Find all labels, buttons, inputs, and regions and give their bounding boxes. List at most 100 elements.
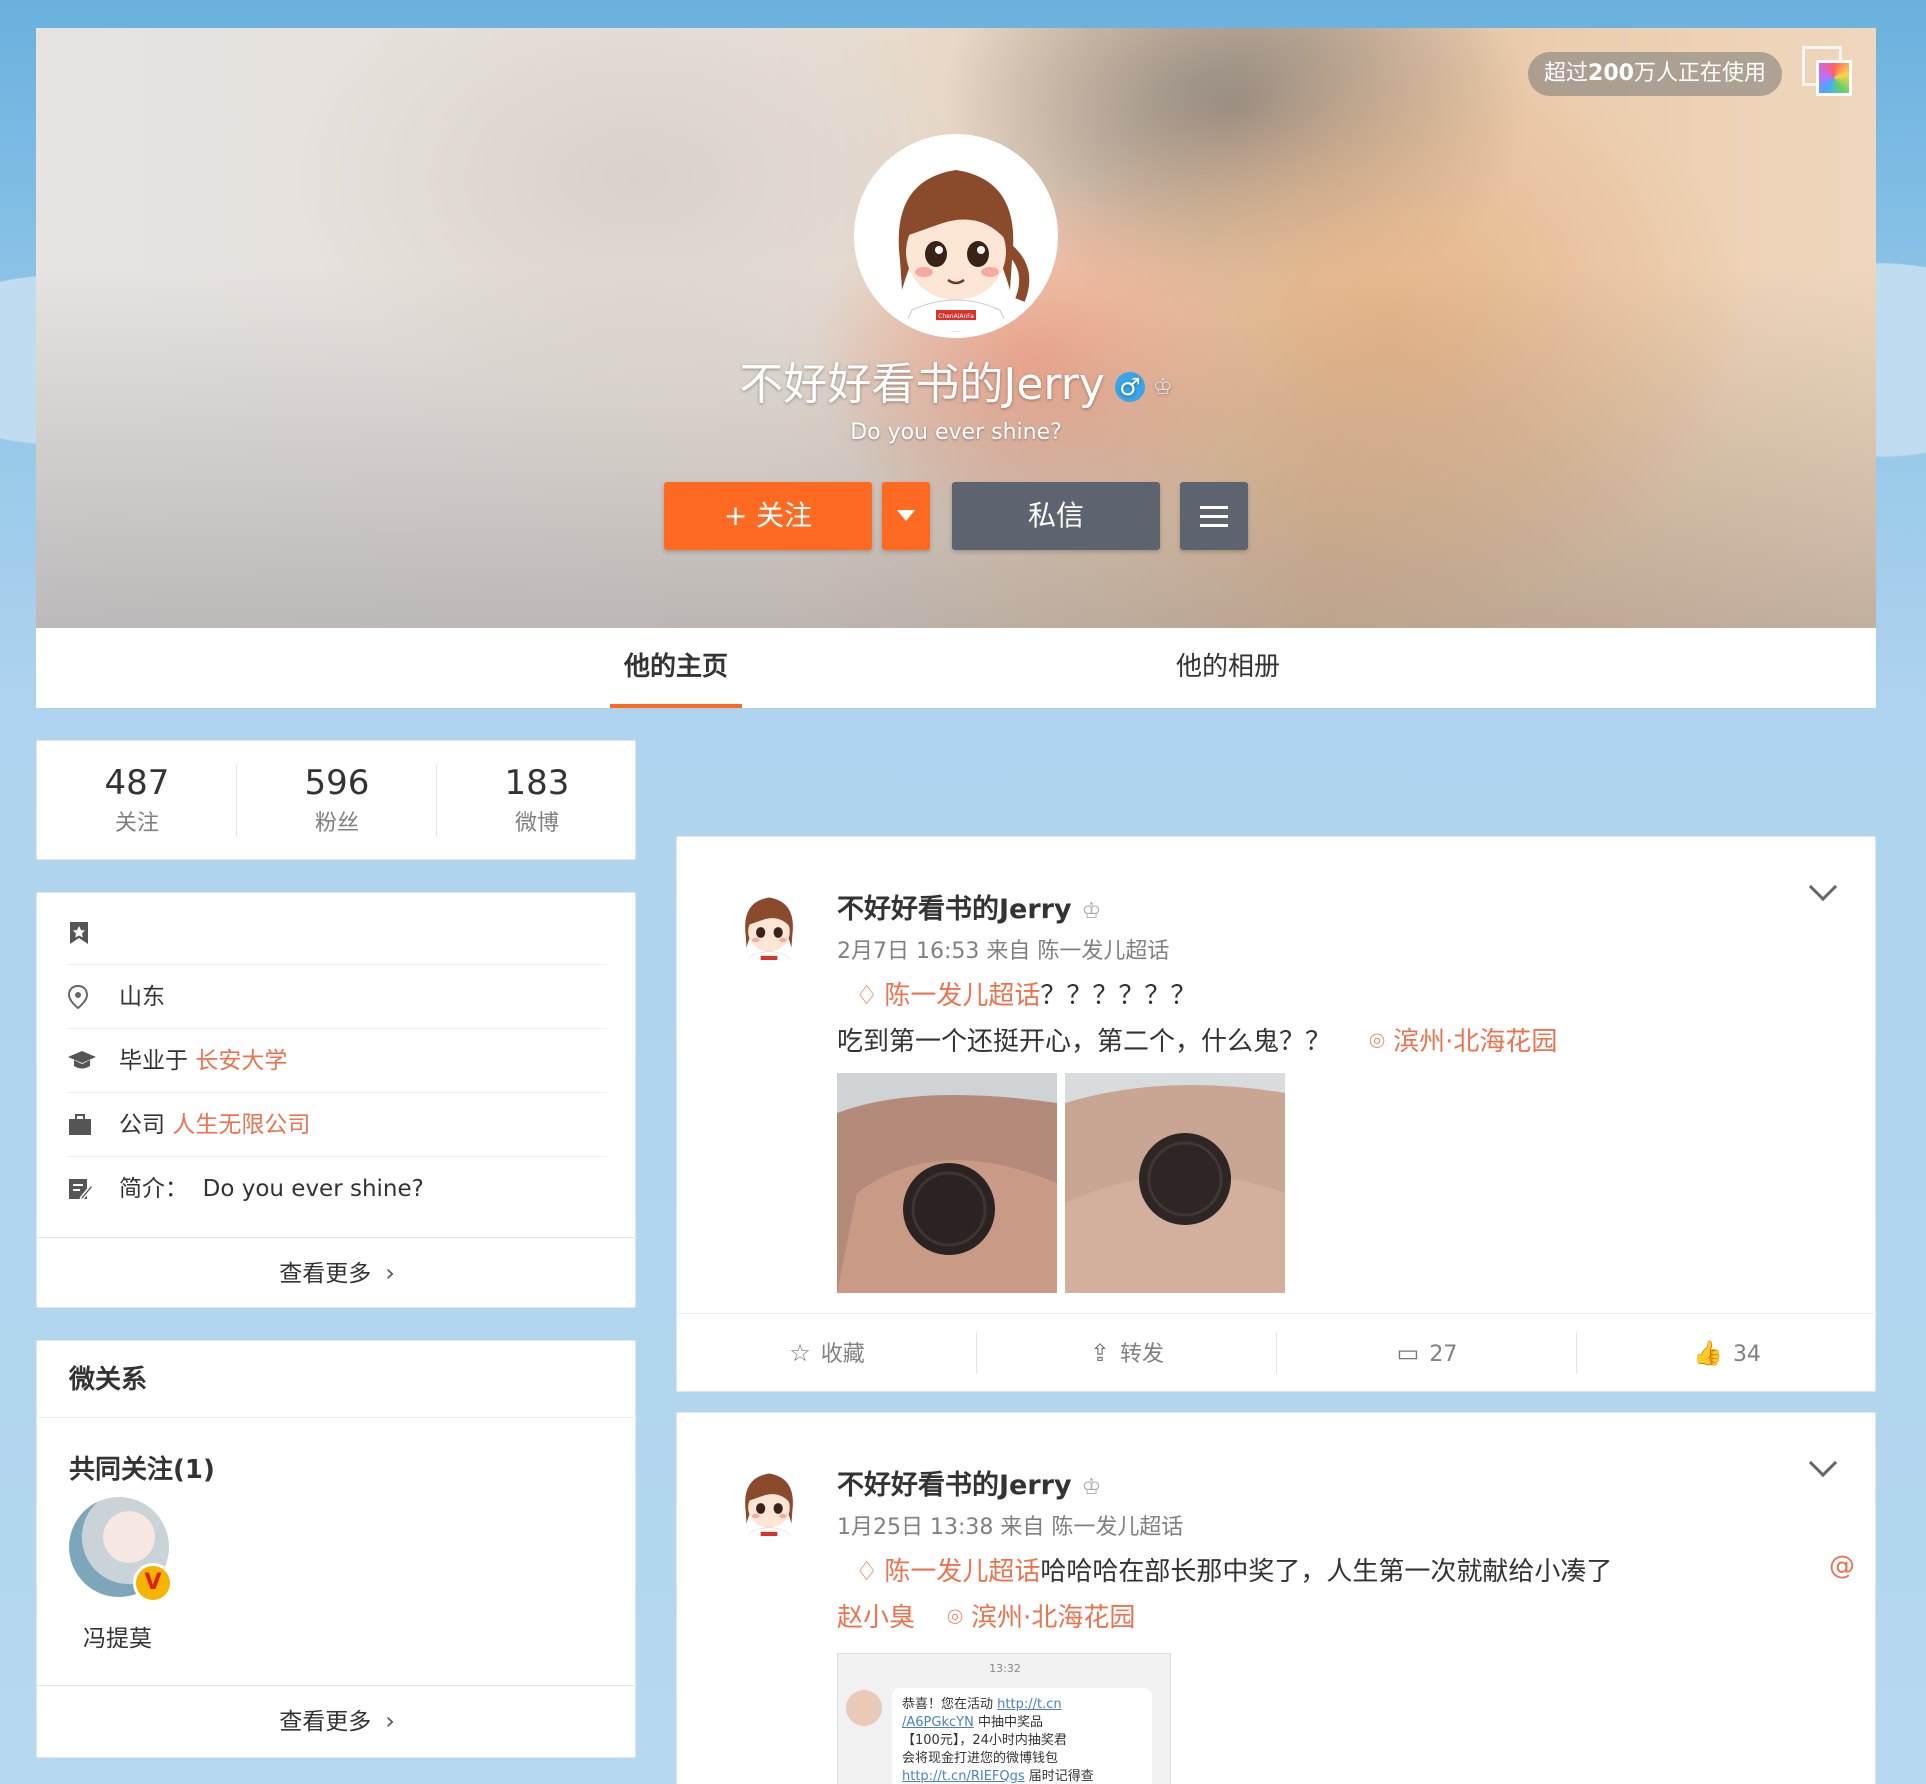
info-row-school: 毕业于 长安大学 <box>67 1029 607 1093</box>
post-body-text: 吃到第一个还挺开心，第二个，什么鬼？？ <box>837 1027 1332 1057</box>
favorite-label: 收藏 <box>820 1342 865 1367</box>
profile-bio: Do you ever shine? <box>850 420 1062 445</box>
post-avatar[interactable] <box>729 885 809 965</box>
stat-number: 596 <box>304 763 370 803</box>
mention-link[interactable]: 赵小臭 <box>837 1603 915 1633</box>
users-count-pill[interactable]: 超过200万人正在使用 <box>1528 52 1782 96</box>
post-author[interactable]: 不好好看书的Jerry ♔ <box>837 887 1101 926</box>
tab-home[interactable]: 他的主页 <box>609 628 743 708</box>
tab-album[interactable]: 他的相册 <box>1176 628 1280 708</box>
follow-button[interactable]: + 关注 <box>664 482 872 550</box>
chevron-right-icon: › <box>385 1259 395 1287</box>
screenshot-text: 届时记得查 <box>1028 1769 1094 1784</box>
post-topic-link[interactable]: 陈一发儿超话 <box>884 981 1040 1011</box>
location-pin-icon <box>67 965 99 1036</box>
avatar-cartoon-icon <box>729 1461 809 1541</box>
profile-tabs: 他的主页 他的相册 <box>36 628 1876 708</box>
company-link[interactable]: 人生无限公司 <box>172 1112 310 1138</box>
post-screenshot-image[interactable]: 13:32 恭喜！您在活动 http://t.cn /A6PGkcYN 中抽中奖… <box>837 1653 1171 1784</box>
skin-icon-front <box>1816 60 1852 96</box>
intro-text: Do you ever shine? <box>202 1176 424 1202</box>
users-pill-suffix: 万人正在使用 <box>1633 61 1766 86</box>
stat-following[interactable]: 487 关注 <box>37 741 237 861</box>
like-button[interactable]: 👍 34 <box>1577 1314 1877 1392</box>
briefcase-icon <box>67 1093 99 1163</box>
info-row-badge <box>67 901 607 965</box>
common-follow-title: 共同关注(1) <box>69 1455 215 1485</box>
comment-icon: ▭ <box>1396 1339 1420 1367</box>
post-location-link[interactable]: ⌾ 滨州·北海花园 <box>947 1603 1135 1633</box>
post-options-chevron-icon[interactable] <box>1808 872 1838 902</box>
screenshot-link: /A6PGkcYN <box>902 1715 974 1730</box>
school-prefix: 毕业于 <box>119 1048 188 1074</box>
screenshot-text: 【100元】，24小时内抽奖君 <box>902 1733 1067 1748</box>
profile-avatar[interactable]: ChenAiAnFa <box>854 134 1058 338</box>
company-prefix: 公司 <box>119 1112 165 1138</box>
info-more-button[interactable]: 查看更多 › <box>37 1237 637 1309</box>
stat-label: 微博 <box>514 811 559 836</box>
post-options-chevron-icon[interactable] <box>1808 1448 1838 1478</box>
post-body-line: 吃到第一个还挺开心，第二个，什么鬼？？ ⌾ 滨州·北海花园 <box>837 1021 1557 1058</box>
post-body-line: 赵小臭 ⌾ 滨州·北海花园 <box>837 1597 1135 1634</box>
post-topic-tail: ？？？？？？ <box>1040 981 1197 1011</box>
skin-picker-icon[interactable] <box>1802 46 1854 98</box>
post-topic-tail: 哈哈哈在部长那中奖了，人生第一次就献给小凑了 <box>1040 1557 1613 1587</box>
graduation-cap-icon <box>67 1029 99 1099</box>
cookie-photo-icon <box>837 1073 1057 1293</box>
bookmark-badge-icon <box>67 901 99 972</box>
relations-more-button[interactable]: 查看更多 › <box>37 1685 637 1757</box>
post-location-link[interactable]: ⌾ 滨州·北海花园 <box>1369 1027 1557 1057</box>
chevron-right-icon: › <box>385 1707 395 1735</box>
relations-title: 微关系 <box>69 1365 148 1395</box>
school-link[interactable]: 长安大学 <box>195 1048 287 1074</box>
menu-icon-bar <box>1200 524 1228 527</box>
profile-name: 不好好看书的Jerry <box>739 359 1105 410</box>
message-button[interactable]: 私信 <box>952 482 1160 550</box>
post-author-name: 不好好看书的Jerry <box>837 894 1072 925</box>
post-author[interactable]: 不好好看书的Jerry ♔ <box>837 1463 1101 1502</box>
super-topic-diamond-icon: ♢ <box>855 981 879 1011</box>
comment-count: 27 <box>1429 1342 1458 1367</box>
relations-card: 微关系 共同关注(1) V 冯提莫 查看更多 › <box>36 1340 637 1758</box>
verified-v-icon: V <box>133 1563 173 1603</box>
follow-dropdown-button[interactable] <box>882 482 930 550</box>
avatar-shirt-text: ChenAiAnFa <box>938 313 974 320</box>
avatar-cartoon-icon: ChenAiAnFa <box>860 140 1052 332</box>
post-topic-link[interactable]: 陈一发儿超话 <box>884 1557 1040 1587</box>
gender-male-icon: ♂ <box>1114 372 1145 402</box>
stat-fans[interactable]: 596 粉丝 <box>237 741 437 861</box>
post-meta: 1月25日 13:38 来自 陈一发儿超话 <box>837 1515 1184 1540</box>
stat-weibo[interactable]: 183 微博 <box>437 741 637 861</box>
post-photo[interactable] <box>1065 1073 1285 1293</box>
info-row-company: 公司 人生无限公司 <box>67 1093 607 1157</box>
crown-icon: ♔ <box>1081 1475 1102 1500</box>
location-pin-icon: ⌾ <box>947 1603 963 1633</box>
super-topic-diamond-icon: ♢ <box>855 1557 879 1587</box>
thumbs-up-icon: 👍 <box>1693 1339 1723 1367</box>
comment-button[interactable]: ▭ 27 <box>1277 1314 1577 1392</box>
favorite-button[interactable]: ☆ 收藏 <box>677 1314 977 1392</box>
edit-note-icon <box>67 1157 99 1227</box>
post-topic-line: ♢ 陈一发儿超话？？？？？？ <box>855 975 1196 1012</box>
profile-name-row: 不好好看书的Jerry ♂ ♔ <box>36 348 1876 412</box>
info-row-location: 山东 <box>67 965 607 1029</box>
profile-cover: 超过200万人正在使用 ChenAiAnFa 不好好看书的Jerry ♂ ♔ Do … <box>36 28 1876 628</box>
intro-prefix: 简介： <box>119 1176 188 1202</box>
screenshot-link: http://t.cn/RIEFQgs <box>902 1769 1025 1784</box>
post-photo[interactable] <box>837 1073 1057 1293</box>
more-menu-button[interactable] <box>1180 482 1248 550</box>
screenshot-text: 恭喜！您在活动 <box>902 1697 994 1712</box>
like-count: 34 <box>1732 1342 1761 1367</box>
screenshot-text: 中抽中奖品 <box>977 1715 1043 1730</box>
cookie-photo-icon <box>1065 1073 1285 1293</box>
post-avatar[interactable] <box>729 1461 809 1541</box>
mention-at-symbol[interactable]: @ <box>1829 1551 1855 1581</box>
screenshot-link: http://t.cn <box>997 1697 1062 1712</box>
stat-label: 粉丝 <box>314 811 359 836</box>
repost-button[interactable]: ⇪ 转发 <box>977 1314 1277 1392</box>
stat-number: 487 <box>104 763 170 803</box>
common-user-name[interactable]: 冯提莫 <box>83 1619 152 1653</box>
menu-icon-bar <box>1200 515 1228 518</box>
crown-icon[interactable]: ♔ <box>1153 375 1173 400</box>
relations-divider <box>37 1417 637 1418</box>
